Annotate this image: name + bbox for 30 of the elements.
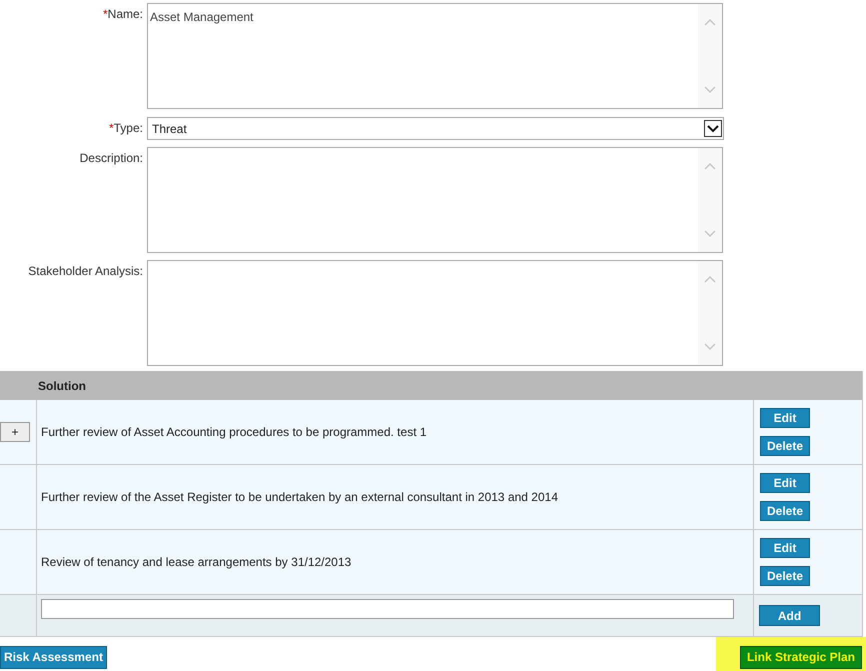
add-button[interactable]: Add [759,605,820,626]
edit-button[interactable]: Edit [760,538,810,558]
edit-button[interactable]: Edit [760,473,810,493]
text-area[interactable]: Asset Management [147,3,723,109]
field-label: *Name: [102,7,143,21]
text-area[interactable] [147,260,723,366]
scroll-down-icon[interactable] [704,86,716,94]
scroll-up-icon[interactable] [704,162,716,170]
table-cell-text: Review of tenancy and lease arrangements by 31/12/2013 [41,554,352,571]
scroll-up-icon[interactable] [704,18,716,26]
field-label: Description: [80,151,143,165]
column-header: Solution [38,378,86,394]
scroll-down-icon[interactable] [704,230,716,238]
delete-button[interactable]: Delete [760,501,810,521]
dropdown-icon[interactable] [704,120,722,137]
edit-button[interactable]: Edit [760,408,810,428]
expand-button[interactable]: + [0,422,30,442]
solution-input[interactable] [41,599,734,619]
type-select[interactable]: Threat [147,117,724,140]
scroll-down-icon[interactable] [704,343,716,351]
delete-button[interactable]: Delete [760,566,810,586]
link-strategic-plan-button[interactable]: Link Strategic Plan [740,646,862,668]
table-cell-text: Further review of Asset Accounting procedures to be programmed. test 1 [41,424,427,441]
scroll-up-icon[interactable] [704,275,716,283]
risk-assessment-button[interactable]: Risk Assessment [0,646,107,668]
field-label: *Type: [108,121,143,135]
table-cell-text: Further review of the Asset Register to be undertaken by an external consultant in 2013 and 2014 [41,489,558,506]
text-area[interactable] [147,147,723,253]
delete-button[interactable]: Delete [760,436,810,456]
field-label: Stakeholder Analysis: [28,264,143,278]
